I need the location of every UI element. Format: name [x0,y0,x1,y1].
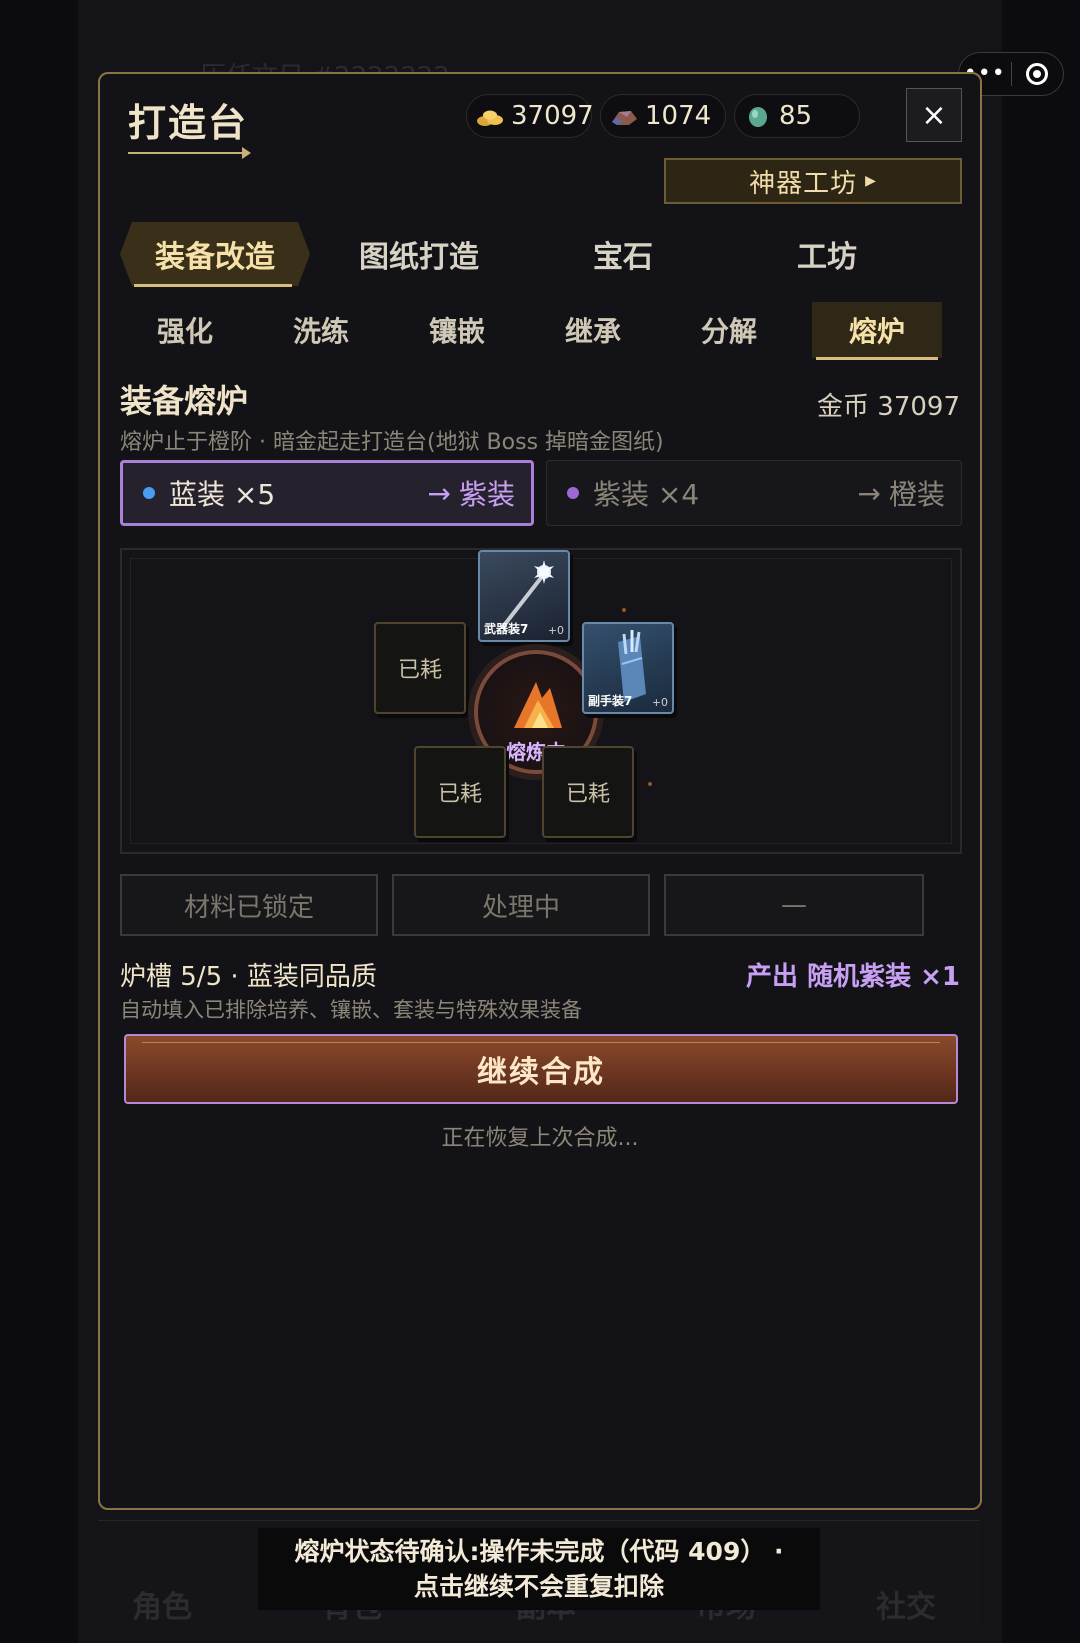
option-label: 紫装 ×4 [593,478,700,511]
subtab-inlay[interactable]: 镶嵌 [392,302,522,358]
ember-spark [622,608,626,612]
blue-dot-icon [143,487,155,499]
tab-gems[interactable]: 宝石 [528,222,718,286]
ore-amount: 1074 [645,101,712,131]
gold-resource: 37097 [466,94,594,138]
ore-icon [609,105,639,127]
subtab-furnace[interactable]: 熔炉 [812,302,942,360]
close-button[interactable]: × [906,88,962,142]
consumed-slot: 已耗 [374,622,466,714]
materials-locked-button: 材料已锁定 [120,874,378,936]
purple-dot-icon [567,487,579,499]
empty-status-button: — [664,874,924,936]
item-name: 武器装7 [484,622,529,636]
gold-pile-icon [475,105,505,127]
gold-balance: 金币 37097 [817,392,960,422]
title-underline [128,152,248,154]
background-nav-item: 角色 [132,1590,192,1625]
option-label: 蓝装 ×5 [169,478,276,511]
toast-line-1: 熔炉状态待确认:操作未完成（代码 409） · [294,1537,784,1566]
gold-amount: 37097 [511,101,594,131]
section-description: 熔炉止于橙阶 · 暗金起走打造台(地狱 Boss 掉暗金图纸) [120,430,664,455]
subtab-reforge[interactable]: 洗练 [256,302,386,358]
continue-synthesis-button[interactable]: 继续合成 [124,1034,958,1104]
option-purple-to-orange[interactable]: 紫装 ×4 → 橙装 [546,460,962,526]
processing-button: 处理中 [392,874,650,936]
ember-spark [648,782,652,786]
tab-blueprint-forge[interactable]: 图纸打造 [324,222,514,286]
offhand-item-slot[interactable]: 副手装7 +0 [582,622,674,714]
arrow-right-icon: → [427,476,451,510]
furnace-slot-info: 炉槽 5/5 · 蓝装同品质 [120,962,377,992]
item-name: 副手装7 [588,694,633,708]
tab-workshop[interactable]: 工坊 [732,222,922,286]
background-nav-item: 社交 [876,1590,936,1625]
toast-line-2: 点击继续不会重复扣除 [413,1572,664,1601]
ore-resource: 1074 [600,94,726,138]
subtab-dismantle[interactable]: 分解 [664,302,794,358]
subtab-inherit[interactable]: 继承 [528,302,658,358]
gem-amount: 85 [779,101,813,131]
error-toast: 熔炉状态待确认:操作未完成（代码 409） · 点击继续不会重复扣除 [258,1528,820,1610]
triangle-right-icon: ▶ [865,173,877,189]
auto-fill-description: 自动填入已排除培养、镶嵌、套装与特殊效果装备 [120,998,582,1022]
furnace-area: 武器装7 +0 已耗 熔炼中 副手装7 +0 已耗 已耗 [120,548,962,854]
option-blue-to-purple[interactable]: 蓝装 ×5 → 紫装 [120,460,534,526]
exit-button[interactable] [1011,63,1063,85]
restore-status-text: 正在恢复上次合成... [441,1126,639,1151]
option-target: 紫装 [458,478,515,511]
arrow-right-icon: → [857,476,881,510]
forge-panel: 打造台 37097 1074 85 × 神器工坊 ▶ 装备改造 图纸打造 宝石 … [98,72,982,1510]
target-icon [1026,63,1049,85]
active-tab-underline [134,284,292,287]
main-tabs: 装备改造 图纸打造 宝石 工坊 [120,222,960,286]
option-target: 橙装 [888,478,945,511]
consumed-slot: 已耗 [414,746,506,838]
tab-equipment-refit[interactable]: 装备改造 [120,222,310,286]
gem-icon [743,105,773,127]
consumed-slot: 已耗 [542,746,634,838]
panel-title: 打造台 [128,101,249,145]
section-title: 装备熔炉 [120,382,249,420]
artifact-workshop-button[interactable]: 神器工坊 ▶ [664,158,962,204]
subtab-enhance[interactable]: 强化 [120,302,250,358]
gem-resource: 85 [734,94,860,138]
item-level: +0 [651,696,668,709]
item-level: +0 [547,624,564,637]
workshop-label: 神器工坊 [749,168,858,199]
weapon-item-slot[interactable]: 武器装7 +0 [478,550,570,642]
output-info: 产出 随机紫装 ×1 [746,962,960,992]
title-arrow-icon [242,147,251,159]
sub-tabs: 强化 洗练 镶嵌 继承 分解 熔炉 [120,302,962,360]
